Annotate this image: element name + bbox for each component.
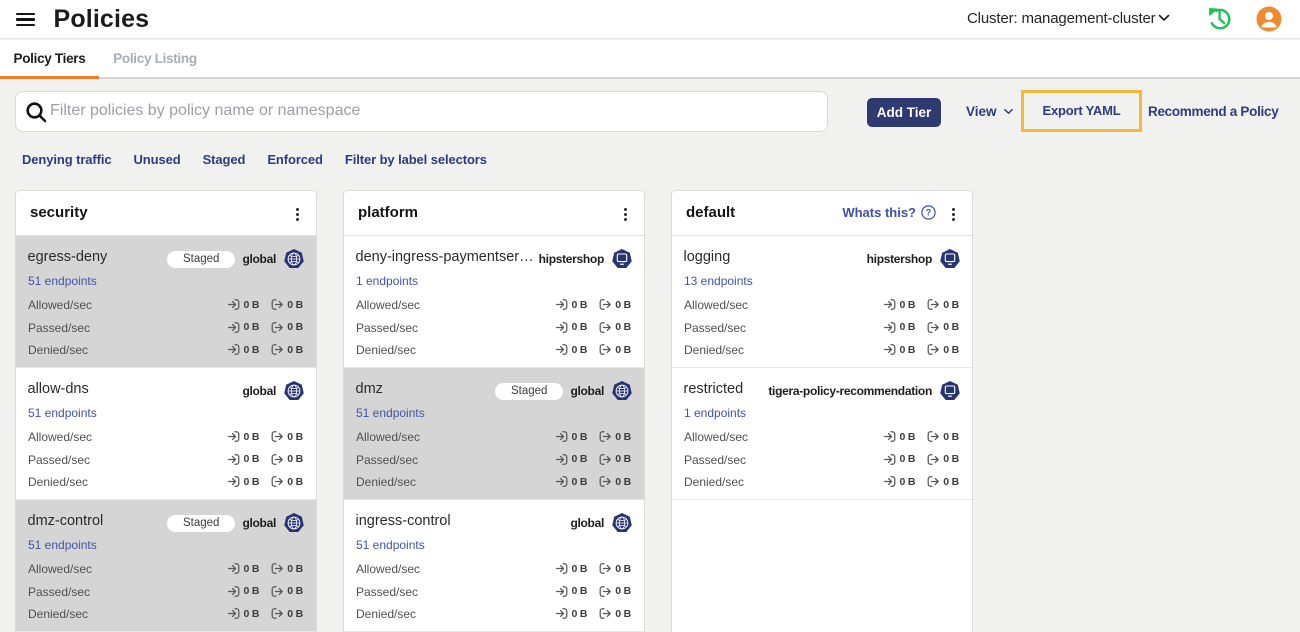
svg-text:?: ? <box>926 208 932 218</box>
